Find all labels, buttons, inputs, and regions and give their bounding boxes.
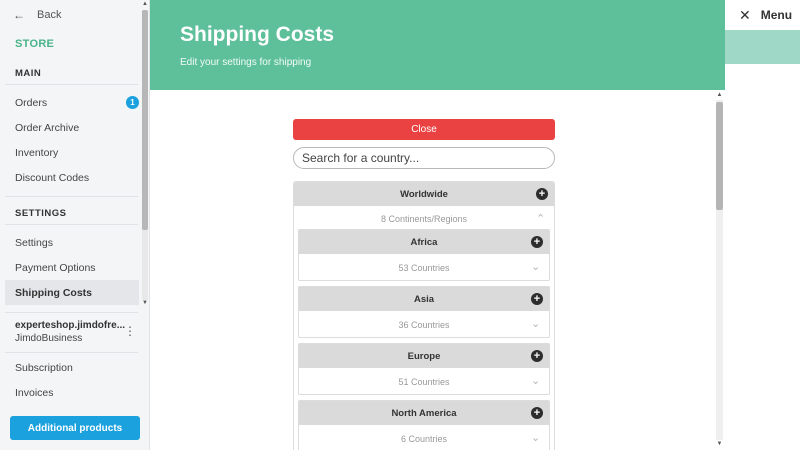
worldwide-sub-label[interactable]: 8 Continents/Regions (294, 212, 554, 226)
region-header[interactable]: Asia (299, 287, 549, 311)
section-settings-heading: SETTINGS (15, 208, 67, 219)
sidebar-item-label: Discount Codes (15, 171, 90, 184)
region-country-count[interactable]: 51 Countries (299, 375, 549, 389)
sidebar-item-label: Invoices (15, 386, 54, 399)
region-europe: Europe + 51 Countries ⌄ (298, 343, 550, 395)
chevron-down-icon[interactable]: ⌄ (531, 431, 540, 444)
sidebar-item-label: Subscription (15, 361, 73, 374)
divider (5, 312, 138, 313)
scroll-up-icon[interactable]: ▲ (141, 1, 149, 7)
worldwide-header[interactable]: Worldwide (294, 182, 554, 206)
region-country-count[interactable]: 53 Countries (299, 261, 549, 275)
arrow-left-icon: ← (13, 8, 25, 22)
sidebar-item-discount-codes[interactable]: Discount Codes (5, 165, 139, 190)
worldwide-label: Worldwide (400, 188, 448, 200)
region-name: Europe (407, 350, 441, 362)
region-country-count[interactable]: 6 Countries (299, 432, 549, 446)
menu-label: Menu (760, 8, 793, 22)
plus-circle-icon[interactable]: + (531, 236, 543, 248)
shipping-costs-panel: Close Worldwide + 8 Continents/Regions ⌃… (150, 90, 725, 450)
region-asia: Asia + 36 Countries ⌄ (298, 286, 550, 338)
divider (5, 84, 138, 85)
sidebar-item-label: Shipping Costs (15, 286, 92, 299)
region-name: North America (391, 407, 457, 419)
account-info[interactable]: experteshop.jimdofre... JimdoBusiness (15, 320, 135, 344)
sidebar-item-order-archive[interactable]: Order Archive (5, 115, 139, 140)
sidebar-item-payment-options[interactable]: Payment Options (5, 255, 139, 280)
content-scrollbar[interactable]: ▲ ▼ (715, 92, 724, 448)
plus-circle-icon[interactable]: + (531, 350, 543, 362)
divider (5, 224, 138, 225)
page-subtitle: Edit your settings for shipping (180, 57, 312, 68)
scrollbar-thumb[interactable] (716, 102, 723, 210)
page-header: Shipping Costs Edit your settings for sh… (150, 0, 725, 90)
sidebar: ← Back STORE MAIN Orders 1 Order Archive… (0, 0, 150, 450)
plus-circle-icon[interactable]: + (531, 293, 543, 305)
region-header[interactable]: Europe (299, 344, 549, 368)
sidebar-item-subscription[interactable]: Subscription (5, 355, 139, 380)
close-icon: ✕ (739, 6, 751, 23)
divider (5, 352, 138, 353)
store-heading: STORE (15, 38, 55, 50)
sidebar-item-label: Order Archive (15, 121, 80, 134)
plus-circle-icon[interactable]: + (531, 407, 543, 419)
sidebar-item-shipping-costs[interactable]: Shipping Costs (5, 280, 139, 305)
sidebar-item-invoices[interactable]: Invoices (5, 380, 139, 405)
kebab-icon[interactable]: ⋮ (124, 324, 136, 338)
plus-circle-icon[interactable]: + (536, 188, 548, 200)
sidebar-item-label: Settings (15, 236, 53, 249)
country-search-input[interactable] (293, 147, 555, 169)
close-button[interactable]: Close (293, 119, 555, 140)
region-country-count[interactable]: 36 Countries (299, 318, 549, 332)
scroll-up-icon[interactable]: ▲ (715, 92, 724, 98)
region-header[interactable]: North America (299, 401, 549, 425)
chevron-down-icon[interactable]: ⌄ (531, 374, 540, 387)
divider (5, 196, 138, 197)
page-title: Shipping Costs (180, 23, 334, 46)
account-plan: JimdoBusiness (15, 333, 83, 344)
sidebar-item-settings[interactable]: Settings (5, 230, 139, 255)
menu-button[interactable]: ✕ Menu (739, 7, 792, 23)
scrollbar-thumb[interactable] (142, 10, 148, 230)
orders-count-badge: 1 (126, 96, 139, 109)
right-panel: ✕ Menu (725, 0, 800, 450)
region-header[interactable]: Africa (299, 230, 549, 254)
back-button[interactable]: ← Back (13, 8, 61, 22)
region-name: Asia (413, 293, 435, 305)
region-name: Africa (410, 236, 438, 248)
scroll-down-icon[interactable]: ▼ (141, 300, 149, 306)
section-main-heading: MAIN (15, 68, 42, 79)
chevron-down-icon[interactable]: ⌄ (531, 317, 540, 330)
account-domain: experteshop.jimdofre... (15, 320, 126, 331)
chevron-up-icon[interactable]: ⌃ (536, 212, 545, 225)
region-africa: Africa + 53 Countries ⌄ (298, 229, 550, 281)
chevron-down-icon[interactable]: ⌄ (531, 260, 540, 273)
scroll-down-icon[interactable]: ▼ (715, 441, 724, 447)
region-north-america: North America + 6 Countries ⌄ (298, 400, 550, 450)
sidebar-item-label: Payment Options (15, 261, 96, 274)
sidebar-item-label: Inventory (15, 146, 59, 159)
sidebar-item-label: Orders (15, 96, 48, 109)
sidebar-scrollbar[interactable]: ▲ ▼ (141, 0, 149, 310)
sidebar-item-orders[interactable]: Orders 1 (5, 90, 139, 115)
sidebar-item-inventory[interactable]: Inventory (5, 140, 139, 165)
back-label: Back (37, 9, 62, 21)
accent-band (725, 30, 800, 64)
worldwide-panel: Worldwide + 8 Continents/Regions ⌃ Afric… (293, 181, 555, 450)
additional-products-button[interactable]: Additional products (10, 416, 140, 440)
